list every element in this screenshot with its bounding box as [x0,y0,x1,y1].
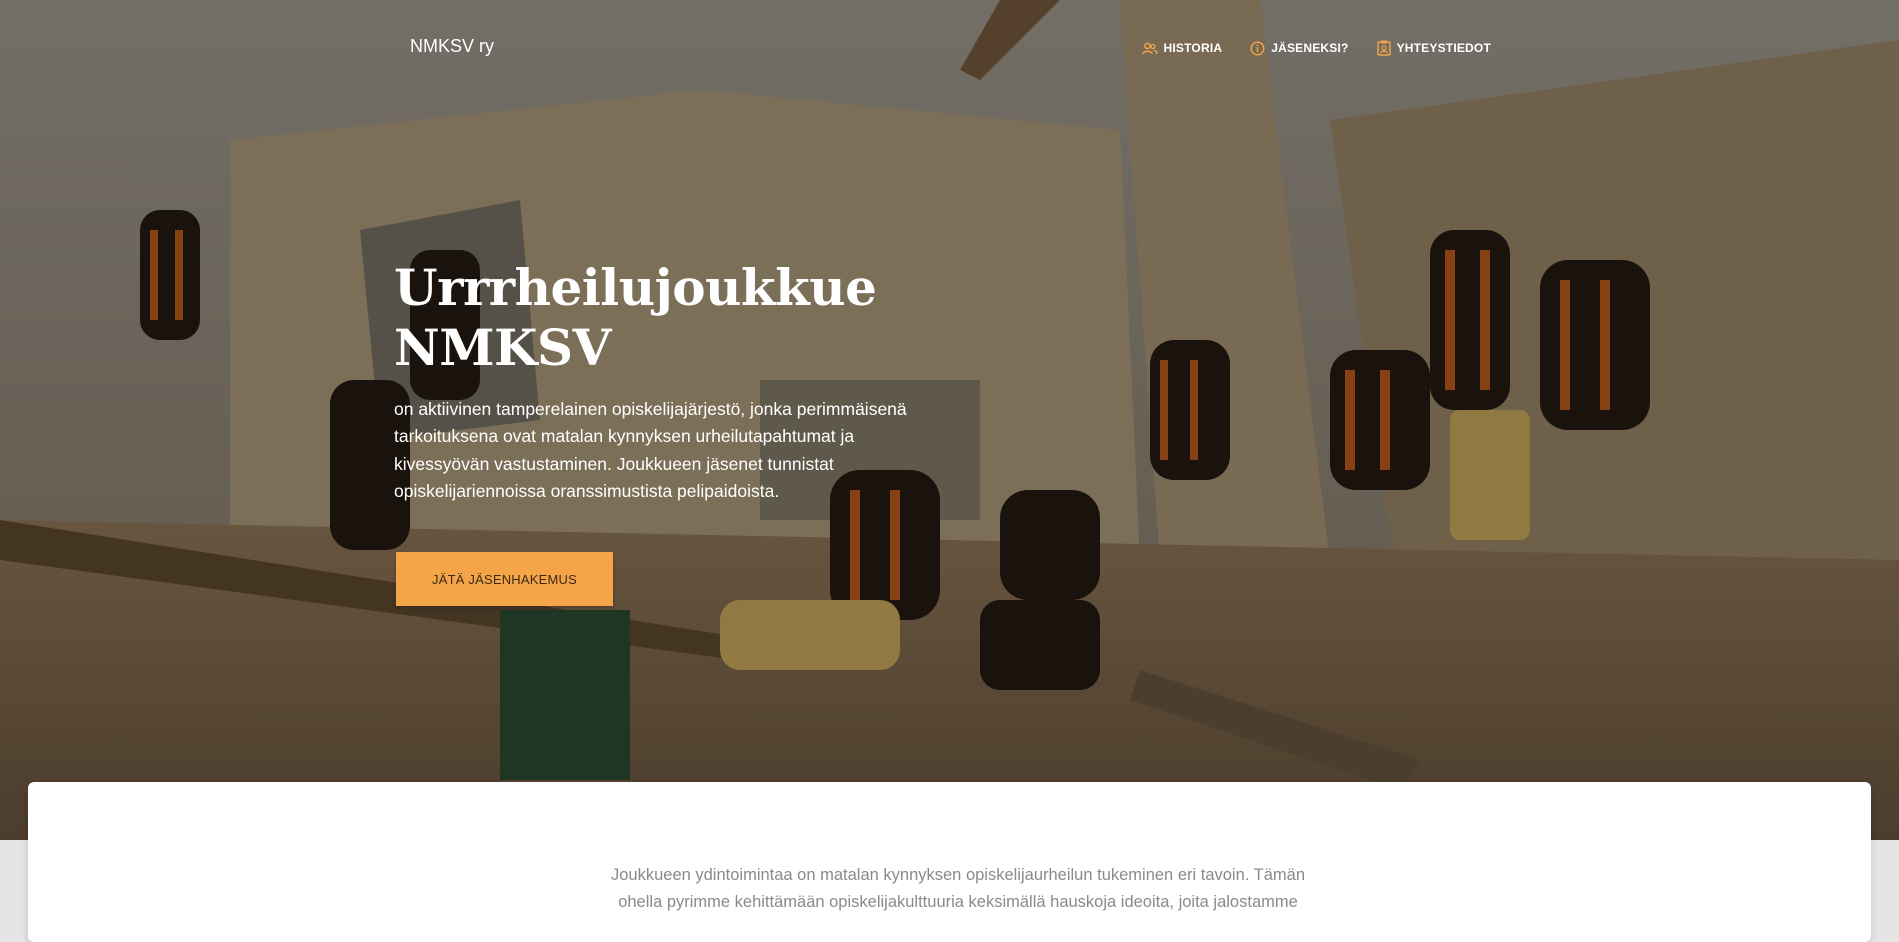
nav-link-yhteystiedot[interactable]: YHTEYSTIEDOT [1376,40,1491,56]
hero-title-line2: NMKSV [394,318,611,377]
hero-title: Urrrheilujoukkue NMKSV [394,258,954,378]
brand-link[interactable]: NMKSV ry [410,36,494,57]
hero-description: on aktiivinen tamperelainen opiskelijajä… [394,399,907,501]
nav-link-historia[interactable]: HISTORIA [1141,40,1223,56]
content-card: Joukkueen ydintoimintaa on matalan kynny… [28,782,1871,942]
intro-text: Joukkueen ydintoimintaa on matalan kynny… [610,866,1305,912]
hero-content: Urrrheilujoukkue NMKSV on aktiivinen tam… [394,258,954,505]
nav-link-label: HISTORIA [1163,41,1223,55]
group-icon [1141,42,1158,54]
hero-title-line1: Urrrheilujoukkue [394,258,877,317]
hero-section: NMKSV ry HISTORIA JÄSENEKSI? YHTEYSTIEDO… [0,0,1899,840]
nav-link-jaseneksi[interactable]: JÄSENEKSI? [1250,40,1348,56]
membership-application-button[interactable]: JÄTÄ JÄSENHAKEMUS [396,552,613,606]
info-icon [1250,40,1265,56]
top-navbar: NMKSV ry HISTORIA JÄSENEKSI? YHTEYSTIEDO… [0,0,1899,97]
nav-link-label: JÄSENEKSI? [1271,41,1349,55]
nav-link-label: YHTEYSTIEDOT [1396,41,1491,55]
nav-links: HISTORIA JÄSENEKSI? YHTEYSTIEDOT [1141,40,1492,56]
contact-card-icon [1376,40,1391,56]
